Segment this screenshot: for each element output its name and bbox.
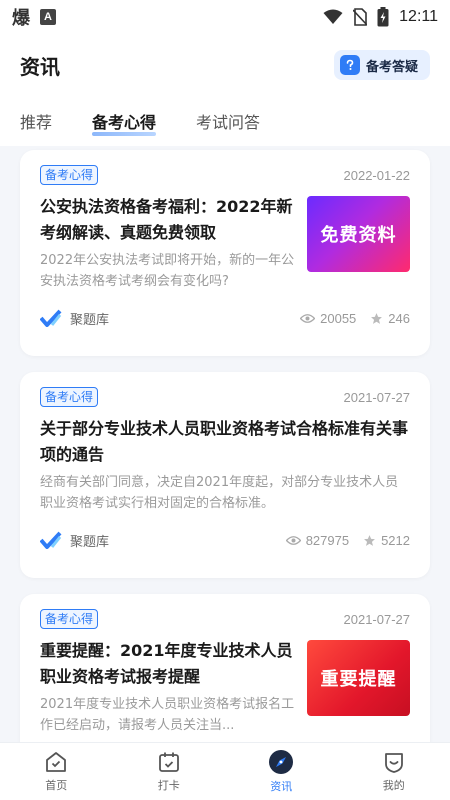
article-card[interactable]: 备考心得 2022-01-22 公安执法资格备考福利：2022年新考纲解读、真题… (20, 150, 430, 356)
article-summary: 2022年公安执法考试即将开始，新的一年公安执法资格考试考纲会有变化吗? (40, 253, 295, 289)
view-count: 827975 (305, 532, 350, 548)
article-stats: 20055 246 (300, 311, 410, 326)
article-card[interactable]: 备考心得 2021-07-27 关于部分专业技术人员职业资格考试合格标准有关事项… (20, 372, 430, 578)
question-bubble-icon (339, 55, 360, 75)
tab-exam-qa[interactable]: 考试问答 (196, 96, 260, 146)
nav-checkin-label: 打卡 (157, 779, 180, 792)
notification-glyph: 爆 (12, 8, 30, 29)
compass-icon (269, 750, 294, 774)
category-tag: 备考心得 (40, 609, 99, 629)
nav-home-label: 首页 (45, 779, 68, 792)
article-summary: 经商有关部门同意，决定自2021年度起，对部分专业技术人员职业资格考试实行相对固… (40, 475, 399, 511)
bottom-nav: 首页 打卡 资讯 我的 (0, 742, 450, 800)
star-count: 5212 (381, 532, 410, 548)
article-feed[interactable]: 备考心得 2022-01-22 公安执法资格备考福利：2022年新考纲解读、真题… (0, 146, 450, 742)
article-card[interactable]: 备考心得 2021-07-27 重要提醒：2021年度专业技术人员职业资格考试报… (20, 594, 430, 742)
article-thumbnail[interactable]: 重要提醒 (307, 640, 410, 716)
battery-icon (377, 7, 389, 27)
home-icon (46, 752, 67, 772)
star-icon (364, 534, 375, 546)
nav-news-label: 资讯 (270, 780, 293, 793)
nav-checkin[interactable]: 打卡 (129, 750, 209, 793)
nav-news[interactable]: 资讯 (241, 749, 321, 794)
nav-mine[interactable]: 我的 (354, 750, 434, 793)
nav-mine-label: 我的 (382, 779, 405, 792)
status-left: 爆 A (12, 4, 56, 30)
nav-home[interactable]: 首页 (16, 750, 96, 793)
notification-a-icon: A (40, 9, 56, 25)
article-date: 2022-01-22 (343, 167, 411, 183)
article-source: 聚题库 (40, 309, 109, 328)
calendar-check-icon (158, 752, 179, 772)
article-source: 聚题库 (40, 531, 109, 550)
exam-qa-label: 备考答疑 (365, 59, 418, 75)
article-title[interactable]: 重要提醒：2021年度专业技术人员职业资格考试报考提醒 (40, 638, 297, 690)
article-date: 2021-07-27 (343, 389, 411, 405)
article-stats: 827975 5212 (285, 532, 410, 548)
article-date: 2021-07-27 (343, 611, 411, 627)
category-tag: 备考心得 (40, 165, 99, 185)
view-count: 20055 (320, 310, 357, 326)
no-sim-icon (353, 8, 368, 26)
article-thumbnail[interactable]: 免费资料 (307, 196, 410, 272)
eye-icon (300, 313, 316, 323)
star-icon (371, 312, 383, 324)
article-title[interactable]: 公安执法资格备考福利：2022年新考纲解读、真题免费领取 (40, 194, 297, 246)
source-logo-icon (40, 531, 62, 549)
eye-icon (285, 535, 301, 545)
wifi-icon (323, 9, 343, 24)
exam-qa-button[interactable]: 备考答疑 (333, 50, 430, 80)
tab-recommend[interactable]: 推荐 (20, 96, 52, 146)
article-title[interactable]: 关于部分专业技术人员职业资格考试合格标准有关事项的通告 (40, 416, 410, 468)
status-bar: 爆 A 12:11 (0, 0, 450, 34)
page-title: 资讯 (20, 54, 60, 79)
tab-exam-prep[interactable]: 备考心得 (92, 96, 157, 146)
header: 资讯 备考答疑 (0, 34, 450, 96)
category-tag: 备考心得 (40, 387, 99, 407)
profile-shield-icon (384, 753, 403, 773)
status-right: 12:11 (323, 7, 438, 27)
source-name: 聚题库 (70, 312, 110, 328)
status-time: 12:11 (399, 8, 438, 25)
source-logo-icon (40, 309, 62, 327)
tab-bar: 推荐 备考心得 考试问答 (0, 96, 450, 146)
star-count: 246 (388, 310, 410, 326)
article-summary: 2021年度专业技术人员职业资格考试报名工作已经启动，请报考人员关注当... (40, 697, 295, 733)
source-name: 聚题库 (70, 534, 110, 550)
